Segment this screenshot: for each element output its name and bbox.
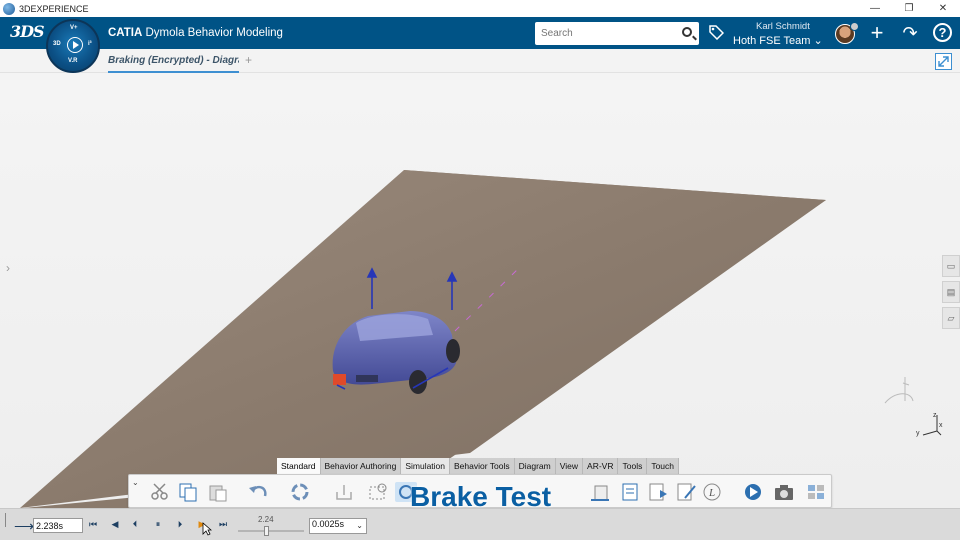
svg-text:L: L — [708, 487, 715, 499]
play-document-icon[interactable] — [647, 482, 669, 502]
tab-behavior-authoring[interactable]: Behavior Authoring — [320, 458, 402, 474]
slider-value: 2.24 — [258, 515, 274, 524]
back-button[interactable]: ⏴ — [128, 519, 142, 530]
camera-icon[interactable] — [773, 482, 795, 502]
tab-bar: Braking (Encrypted) - Diagram + — [0, 49, 960, 73]
tab-diagram[interactable]: Diagram — [514, 458, 556, 474]
axis-triad-icon: z y x — [884, 377, 943, 437]
chevron-down-icon: ⌄ — [813, 35, 823, 47]
app-name: Dymola Behavior Modeling — [145, 27, 283, 39]
close-button[interactable]: ✕ — [926, 0, 960, 17]
export-icon[interactable] — [333, 482, 355, 502]
tab-ar-vr[interactable]: AR-VR — [583, 458, 619, 474]
svg-text:x: x — [939, 422, 943, 429]
time-step-value: 0.0025s — [312, 519, 345, 529]
tab-behavior-tools[interactable]: Behavior Tools — [450, 458, 515, 474]
tag-icon[interactable] — [708, 24, 724, 40]
compass-top-label: V+ — [70, 25, 78, 31]
tab-braking-diagram[interactable]: Braking (Encrypted) - Diagram — [108, 55, 239, 69]
play-icon — [67, 37, 83, 53]
tab-standard[interactable]: Standard — [277, 458, 321, 474]
time-slider-track[interactable] — [238, 530, 304, 532]
edit-document-icon[interactable] — [675, 482, 697, 502]
3d-viewport[interactable]: › ▭ ▤ ▱ z y x — [0, 73, 960, 508]
pause-button[interactable]: ⏸ — [151, 519, 165, 530]
add-icon[interactable]: + — [867, 22, 887, 44]
compass-right-label: i³ — [88, 41, 92, 47]
scene — [20, 170, 826, 508]
folder-icon[interactable]: ▱ — [942, 307, 960, 329]
restore-button[interactable]: ❐ — [892, 0, 926, 17]
team-name: Hoth FSE Team — [733, 35, 811, 47]
app-brand: CATIA — [108, 27, 143, 39]
tab-view[interactable]: View — [555, 458, 584, 474]
add-tab-icon[interactable]: + — [245, 53, 252, 67]
3dexperience-logo-icon — [3, 2, 15, 15]
simulation-setup-icon[interactable] — [367, 482, 389, 502]
mouse-cursor-icon — [202, 522, 212, 536]
time-step-select[interactable]: 0.0025s ⌄ — [309, 518, 367, 534]
action-bar-tabs: Standard Behavior Authoring Simulation B… — [277, 458, 680, 474]
help-icon[interactable]: ? — [933, 23, 952, 42]
paste-icon[interactable] — [207, 482, 229, 502]
search-input[interactable] — [535, 22, 675, 45]
compass-widget[interactable]: V+ 3D i³ V.R — [46, 19, 100, 73]
app-title: CATIA Dymola Behavior Modeling — [108, 27, 283, 39]
expand-button[interactable] — [935, 53, 952, 70]
collapse-handle-icon[interactable]: ⌄ — [132, 478, 139, 487]
copy-icon[interactable] — [177, 482, 199, 502]
player-bar: ⟶ ⏮ ◀ ⏴ ⏸ ⏵ ▶ ⏭ 2.24 0.0025s ⌄ — [0, 508, 960, 540]
ds-logo-icon[interactable]: 3DS — [10, 22, 45, 41]
share-icon[interactable]: ↷ — [900, 23, 920, 43]
tab-tools[interactable]: Tools — [618, 458, 648, 474]
expand-icon — [938, 56, 949, 67]
search-icon[interactable] — [682, 27, 692, 37]
minimize-button[interactable]: — — [858, 0, 892, 17]
arrow-right-icon: ⟶ — [14, 518, 35, 534]
document-icon[interactable] — [619, 482, 641, 502]
last-frame-button[interactable]: ⏭ — [216, 519, 230, 530]
window-title: 3DEXPERIENCE — [19, 3, 89, 14]
svg-text:y: y — [916, 430, 920, 437]
compass-bottom-label: V.R — [68, 58, 78, 64]
tab-simulation[interactable]: Simulation — [401, 458, 451, 474]
time-slider-thumb[interactable] — [264, 526, 269, 536]
update-icon[interactable] — [289, 482, 311, 502]
chevron-right-icon[interactable]: › — [6, 261, 10, 275]
team-selector[interactable]: Hoth FSE Team ⌄ — [733, 34, 823, 47]
undo-icon[interactable] — [247, 482, 269, 502]
svg-text:z: z — [933, 412, 937, 419]
window-controls: — ❐ ✕ — [858, 0, 960, 17]
window-titlebar: 3DEXPERIENCE — ❐ ✕ — [0, 0, 960, 17]
results-icon[interactable] — [589, 482, 611, 502]
avatar-badge — [850, 22, 859, 31]
settings-grid-icon[interactable] — [805, 482, 827, 502]
first-frame-button[interactable]: ⏮ — [86, 519, 100, 530]
side-toolbar: ▭ ▤ ▱ — [942, 255, 960, 333]
forward-button[interactable]: ⏵ — [173, 519, 187, 530]
tab-touch[interactable]: Touch — [647, 458, 680, 474]
compass-left-label: 3D — [53, 41, 61, 47]
chevron-down-icon: ⌄ — [356, 521, 363, 530]
search-box[interactable] — [535, 22, 699, 45]
comment-icon[interactable]: ▭ — [942, 255, 960, 277]
current-time-input[interactable] — [33, 518, 83, 533]
cut-icon[interactable] — [149, 482, 171, 502]
law-icon[interactable]: L — [701, 482, 723, 502]
divider — [5, 513, 6, 527]
previous-step-button[interactable]: ◀ — [108, 519, 122, 530]
properties-icon[interactable]: ▤ — [942, 281, 960, 303]
user-name[interactable]: Karl Schmidt — [756, 21, 810, 32]
play-simulation-icon[interactable] — [743, 482, 765, 502]
